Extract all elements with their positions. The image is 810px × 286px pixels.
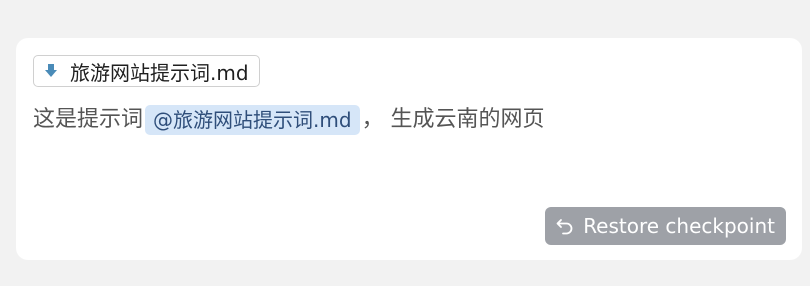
message-text: 这是提示词 @旅游网站提示词.md ， 生成云南的网页 xyxy=(33,103,545,137)
chat-message-card: 旅游网站提示词.md 这是提示词 @旅游网站提示词.md ， 生成云南的网页 R… xyxy=(16,38,802,260)
attached-file-name: 旅游网站提示词.md xyxy=(70,60,249,85)
file-mention[interactable]: @旅游网站提示词.md xyxy=(145,105,360,135)
download-arrow-icon xyxy=(44,63,58,79)
restore-checkpoint-label: Restore checkpoint xyxy=(583,214,775,238)
attached-file-chip[interactable]: 旅游网站提示词.md xyxy=(33,55,260,87)
message-suffix: ， 生成云南的网页 xyxy=(361,107,545,132)
undo-arrow-icon xyxy=(555,216,575,236)
message-prefix: 这是提示词 xyxy=(33,107,144,132)
restore-checkpoint-button[interactable]: Restore checkpoint xyxy=(545,207,786,245)
